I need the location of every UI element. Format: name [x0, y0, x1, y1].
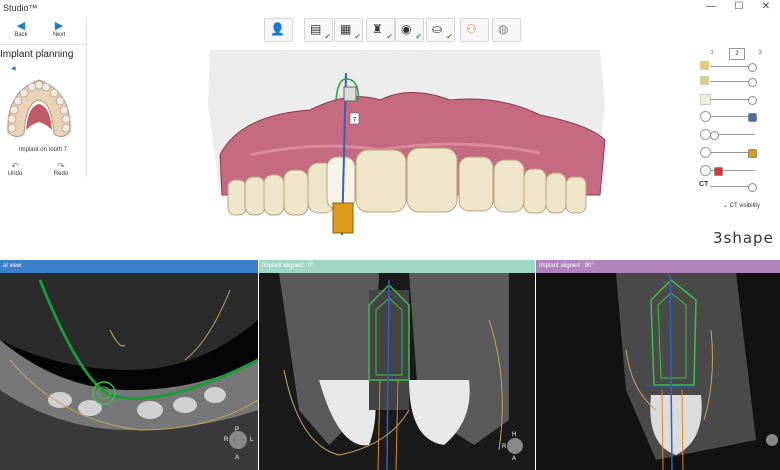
crown-icon	[700, 76, 709, 85]
check-icon: ✔	[446, 32, 453, 41]
divider	[0, 44, 86, 45]
brand-logo: 3shape	[713, 229, 774, 247]
patient-button[interactable]: 👤	[264, 18, 293, 42]
right-panel: 1 2 3 CT ⌄ CT visibility	[699, 45, 780, 215]
model-icon	[700, 61, 709, 70]
next-arrow-icon: ▶	[54, 20, 64, 32]
opacity-slider-1[interactable]	[700, 61, 757, 72]
aligned-90-ct-image	[536, 273, 780, 470]
close-button[interactable]: ✕	[752, 1, 780, 12]
orient-h: H	[512, 432, 517, 438]
opacity-slider-3[interactable]	[700, 94, 757, 105]
redo-icon: ↷	[57, 161, 65, 171]
check-icon: ✔	[386, 32, 393, 41]
ct-panel-aligned-90[interactable]: Implant aligned : 90°	[536, 260, 780, 470]
panel-header-2: Implant aligned : 0°	[259, 260, 535, 273]
globe-button[interactable]: ◍	[492, 18, 521, 42]
check-icon: ✔	[415, 32, 422, 41]
orientation-cube[interactable]	[766, 434, 778, 446]
implant-caption: Implant on tooth 7	[18, 147, 68, 153]
orient-r: R	[224, 437, 229, 443]
3d-model-view[interactable]: 7	[200, 45, 620, 255]
orientation-cube[interactable]	[229, 431, 247, 449]
tooth-number: 7	[353, 117, 357, 124]
abutment-slider[interactable]	[700, 147, 757, 158]
step-1[interactable]: 1	[705, 48, 719, 58]
left-panel: ◀ Back ▶ Next Implant planning ◀ Implant…	[0, 17, 87, 177]
chevron-down-icon: ⌄	[723, 203, 729, 209]
orientation-cube[interactable]	[507, 438, 523, 454]
undo-button[interactable]: ↶ Undo	[0, 161, 30, 177]
patient-icon: 👤	[270, 22, 285, 36]
implant-opacity-slider[interactable]	[700, 129, 755, 140]
ct-visibility-label: CT visibility	[729, 203, 760, 209]
redo-label: Redo	[53, 171, 69, 177]
opacity-slider-2[interactable]	[700, 76, 757, 87]
ct-visibility-toggle[interactable]: ⌄ CT visibility	[723, 202, 760, 209]
jaw-icon: ◉	[401, 22, 412, 36]
back-label: Back	[14, 32, 28, 38]
undo-label: Undo	[7, 171, 23, 177]
undo-icon: ↶	[11, 161, 19, 171]
back-arrow-icon: ◀	[16, 20, 26, 32]
maximize-button[interactable]: ☐	[725, 1, 753, 12]
collapse-icon[interactable]: ◀	[11, 65, 16, 72]
panel-title: Implant planning	[0, 49, 74, 60]
back-button[interactable]: ◀ Back	[0, 20, 42, 44]
tooth-step-button[interactable]: ⛀ ✔	[426, 18, 455, 42]
scan-step-2-button[interactable]: ▦ ✔	[334, 18, 363, 42]
orient-r: R	[502, 444, 507, 450]
implant-slider[interactable]	[700, 111, 757, 122]
step-2[interactable]: 2	[729, 48, 745, 60]
people-button[interactable]: ⚇	[460, 18, 489, 42]
next-button[interactable]: ▶ Next	[38, 20, 80, 44]
scan-step-button[interactable]: ▤ ✔	[304, 18, 333, 42]
next-label: Next	[52, 32, 66, 38]
panel-header-1: al view	[0, 260, 258, 273]
redo-button[interactable]: ↷ Redo	[46, 161, 76, 177]
orient-p: P	[235, 427, 240, 433]
aligned-0-ct-image	[259, 273, 535, 470]
ct-slider[interactable]: CT	[699, 181, 757, 192]
scan-icon: ▤	[310, 22, 322, 36]
ct-panel-aligned-0[interactable]: Implant aligned : 0° H R A	[259, 260, 535, 470]
orient-a: A	[512, 456, 517, 462]
axial-ct-image	[0, 273, 258, 470]
ct-panel-axial[interactable]: al view P R L A	[0, 260, 258, 470]
implant-icon: ♜	[372, 22, 383, 36]
title-bar: Studio™ — ☐ ✕	[0, 0, 780, 17]
arch-thumbnail[interactable]	[2, 72, 76, 146]
globe-icon: ◍	[498, 22, 509, 36]
tooth-icon: ⛀	[432, 22, 443, 36]
orient-l: L	[250, 437, 254, 443]
panel-header-3: Implant aligned : 90°	[536, 260, 780, 273]
ct-label: CT	[699, 181, 709, 188]
scan-icon: ▦	[340, 22, 352, 36]
jaw-step-button[interactable]: ◉ ✔	[395, 18, 424, 42]
implant-step-button[interactable]: ♜ ✔	[366, 18, 395, 42]
orient-a: A	[235, 455, 240, 461]
check-icon: ✔	[324, 32, 331, 41]
window-title: Studio™	[3, 3, 38, 13]
step-3[interactable]: 3	[753, 48, 767, 58]
section-slider[interactable]	[700, 165, 755, 176]
check-icon: ✔	[354, 32, 361, 41]
minimize-button[interactable]: —	[697, 1, 725, 12]
people-icon: ⚇	[466, 22, 477, 36]
